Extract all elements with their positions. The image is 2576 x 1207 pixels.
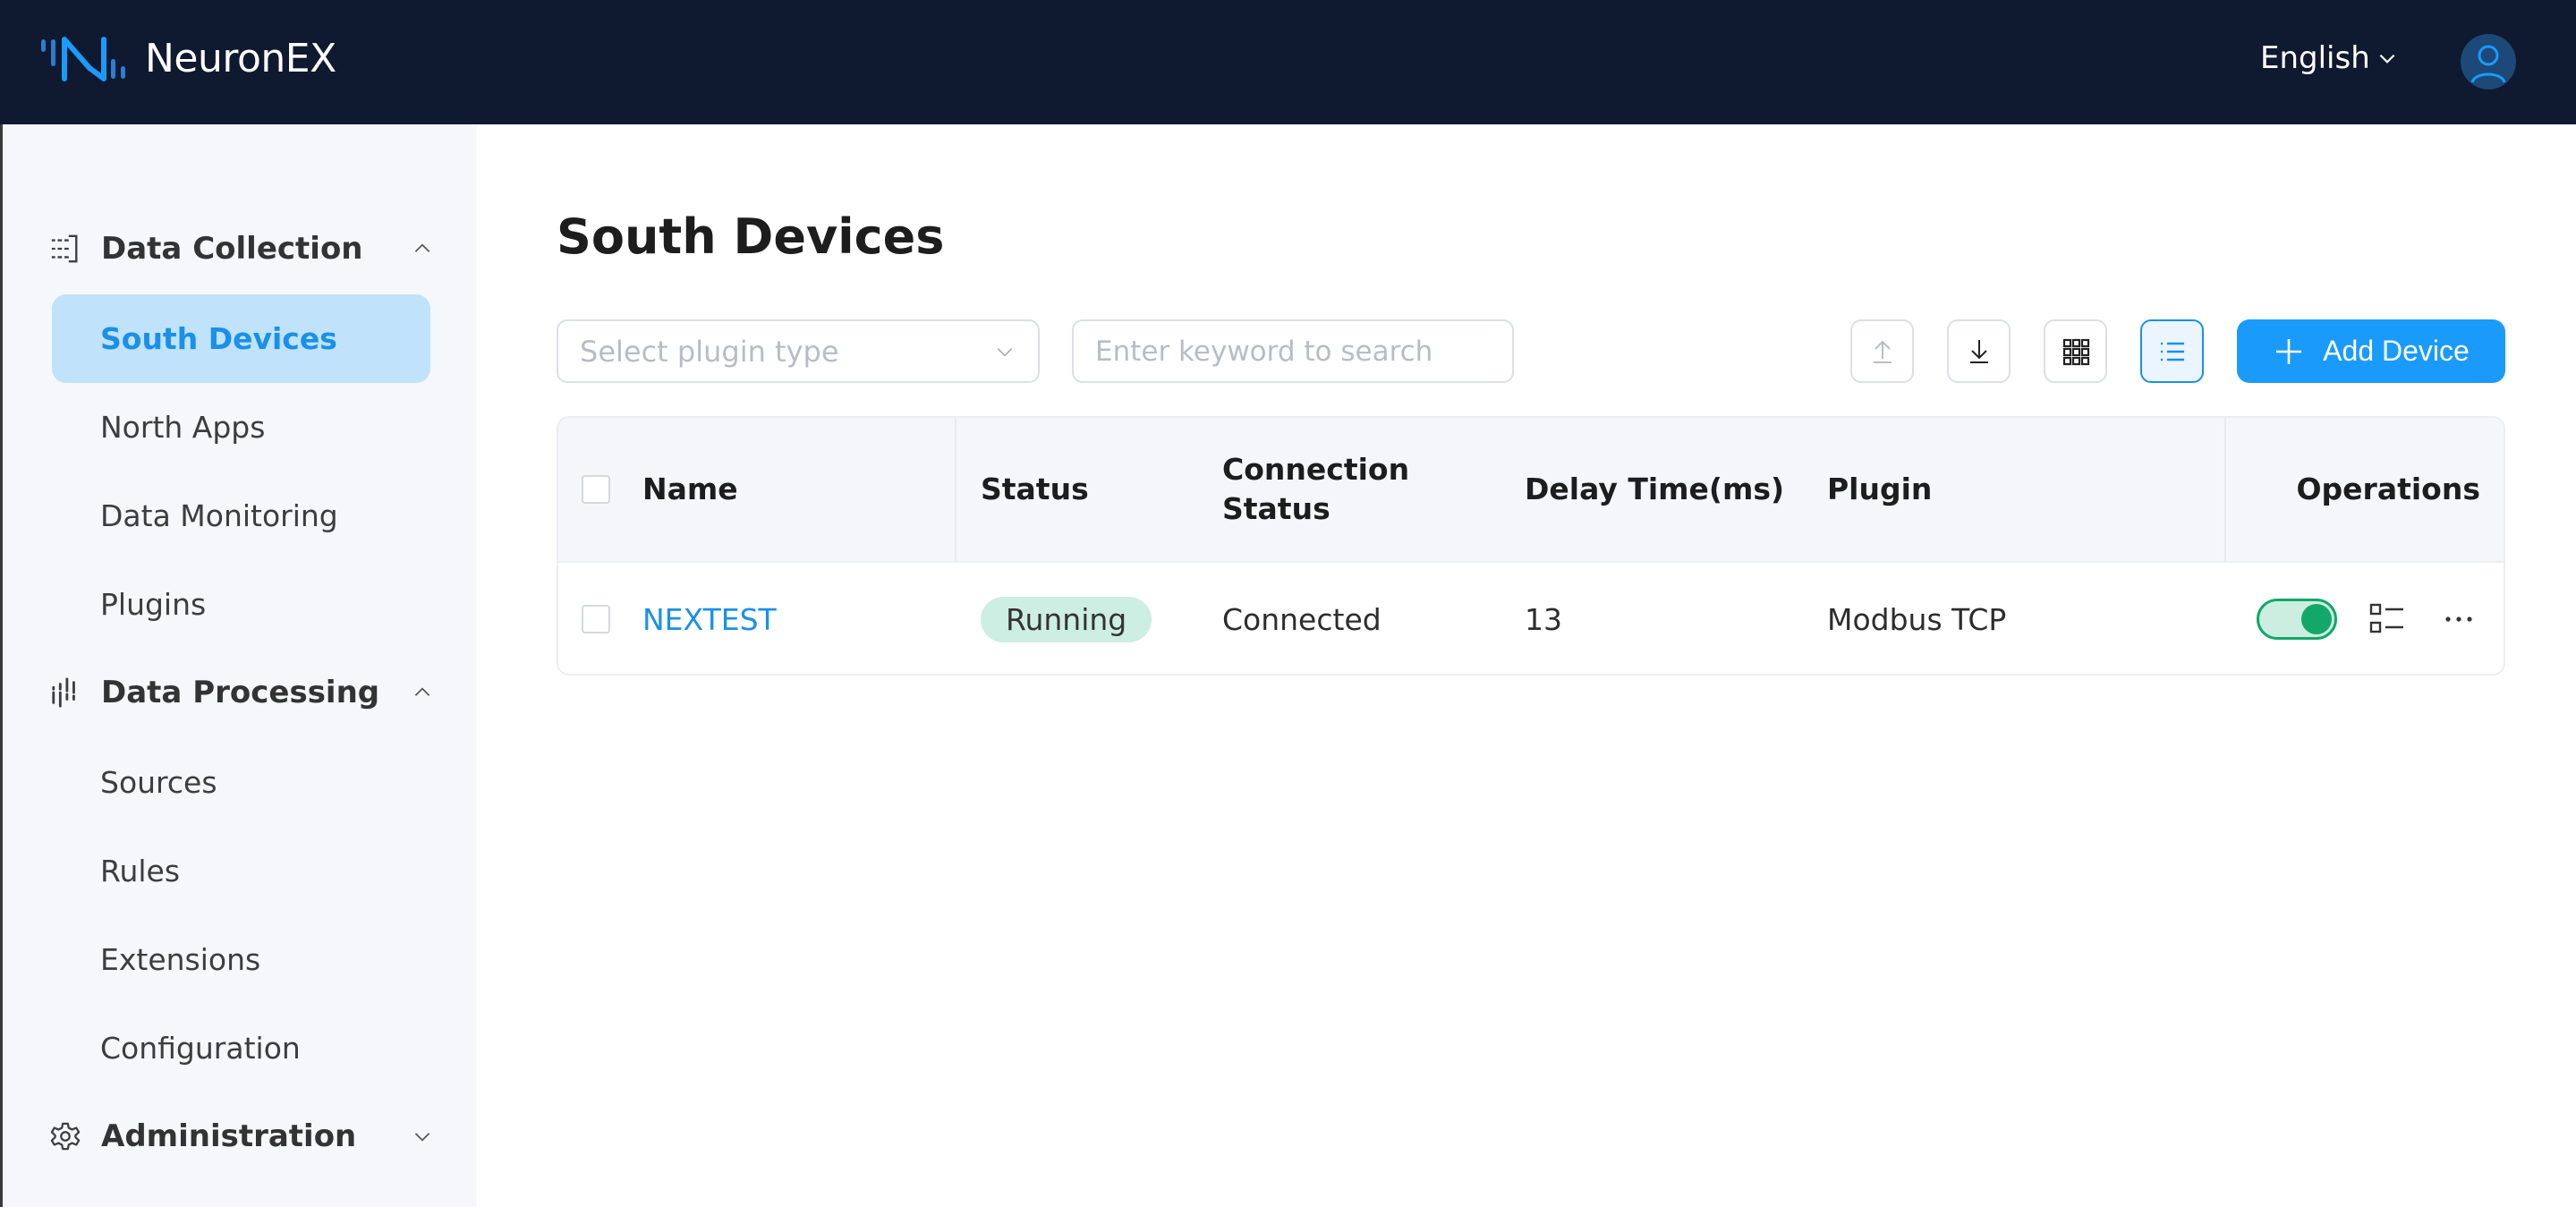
sidebar-group-data-processing[interactable]: Data Processing [49,666,434,719]
list-icon [2160,342,2184,361]
sidebar-group-administration[interactable]: Administration [49,1109,434,1163]
gear-icon [49,1120,81,1152]
plugin-type-select[interactable]: Select plugin type [557,319,1040,383]
device-name-link[interactable]: NEXTEST [642,602,777,637]
sidebar-item-south-devices[interactable]: South Devices [52,294,430,383]
column-header-name[interactable]: Name [642,418,738,561]
sidebar-item-label: Data Monitoring [100,498,338,533]
upload-icon [1873,340,1892,363]
export-button[interactable] [1947,319,2011,383]
list-view-button[interactable] [2140,319,2204,383]
chevron-down-icon [997,347,1013,356]
sidebar-item-sources[interactable]: Sources [52,738,430,827]
language-label: English [2260,40,2370,76]
sidebar-item-north-apps[interactable]: North Apps [52,383,430,472]
status-badge: Running [981,596,1152,642]
user-avatar[interactable] [2461,34,2516,89]
sidebar-group-title: Administration [101,1118,357,1154]
brand-name: NeuronEX [145,36,336,81]
add-device-label: Add Device [2323,335,2470,367]
data-processing-icon [49,676,81,709]
chevron-up-icon [414,243,430,252]
column-divider [955,418,956,561]
tag-list-button[interactable] [2368,599,2407,639]
sidebar-group-title: Data Collection [101,231,363,267]
table-header: Name Status Connection Status Delay Time… [558,418,2504,563]
sidebar-item-label: South Devices [100,321,337,356]
column-header-connection-status: Connection Status [1222,418,1409,561]
sidebar-item-label: Plugins [100,587,207,622]
keyword-search-input[interactable] [1072,319,1514,383]
sidebar-group-title: Data Processing [101,675,380,710]
sidebar-item-data-monitoring[interactable]: Data Monitoring [52,472,430,560]
chevron-down-icon [414,1133,430,1142]
chevron-down-icon [2379,54,2395,64]
data-collection-icon [49,233,81,265]
tag-list-icon [2369,603,2403,633]
top-header: NeuronEX English [0,0,2576,124]
import-button[interactable] [1850,319,1914,383]
sidebar-item-rules[interactable]: Rules [52,827,430,915]
add-device-button[interactable]: Add Device [2237,319,2505,383]
plugin-type-placeholder: Select plugin type [580,334,839,369]
sidebar-item-label: Configuration [100,1031,301,1066]
sidebar-item-label: Extensions [100,942,261,977]
chevron-up-icon [414,687,430,696]
sidebar-group-data-collection[interactable]: Data Collection [49,222,434,276]
more-icon [2445,616,2472,622]
row-checkbox[interactable] [582,605,610,633]
column-header-plugin: Plugin [1827,472,1933,506]
device-enable-toggle[interactable] [2257,599,2337,640]
sidebar-item-plugins[interactable]: Plugins [52,560,430,649]
grid-icon [2062,338,2089,365]
column-header-connection-line1: Connection [1222,452,1410,487]
sidebar-item-label: Rules [100,854,181,888]
neuronex-logo-icon [39,32,129,86]
language-selector[interactable]: English [2260,36,2399,81]
column-header-connection-line2: Status [1222,491,1331,526]
page-title: South Devices [557,208,945,265]
connection-status: Connected [1222,601,1382,637]
column-header-delay-time: Delay Time(ms) [1525,472,1785,506]
sidebar-item-extensions[interactable]: Extensions [52,915,430,1004]
user-icon [2470,45,2506,83]
column-header-status: Status [981,472,1089,506]
download-icon [1969,339,1988,363]
sidebar-item-configuration[interactable]: Configuration [52,1004,430,1092]
plugin-name: Modbus TCP [1827,601,2007,637]
devices-table: Name Status Connection Status Delay Time… [557,416,2505,676]
column-divider [2224,418,2226,561]
plus-icon [2276,338,2302,364]
sidebar: Data Collection South Devices North Apps… [0,124,477,1207]
toggle-knob [2301,604,2332,634]
column-header-operations: Operations [2296,472,2481,506]
table-row: NEXTEST Running Connected 13 Modbus TCP [558,563,2504,674]
card-view-button[interactable] [2044,319,2107,383]
more-actions-button[interactable] [2439,599,2478,639]
sidebar-item-label: Sources [100,765,217,800]
sidebar-item-label: North Apps [100,410,266,445]
delay-time: 13 [1525,601,1562,637]
select-all-checkbox[interactable] [582,475,610,504]
